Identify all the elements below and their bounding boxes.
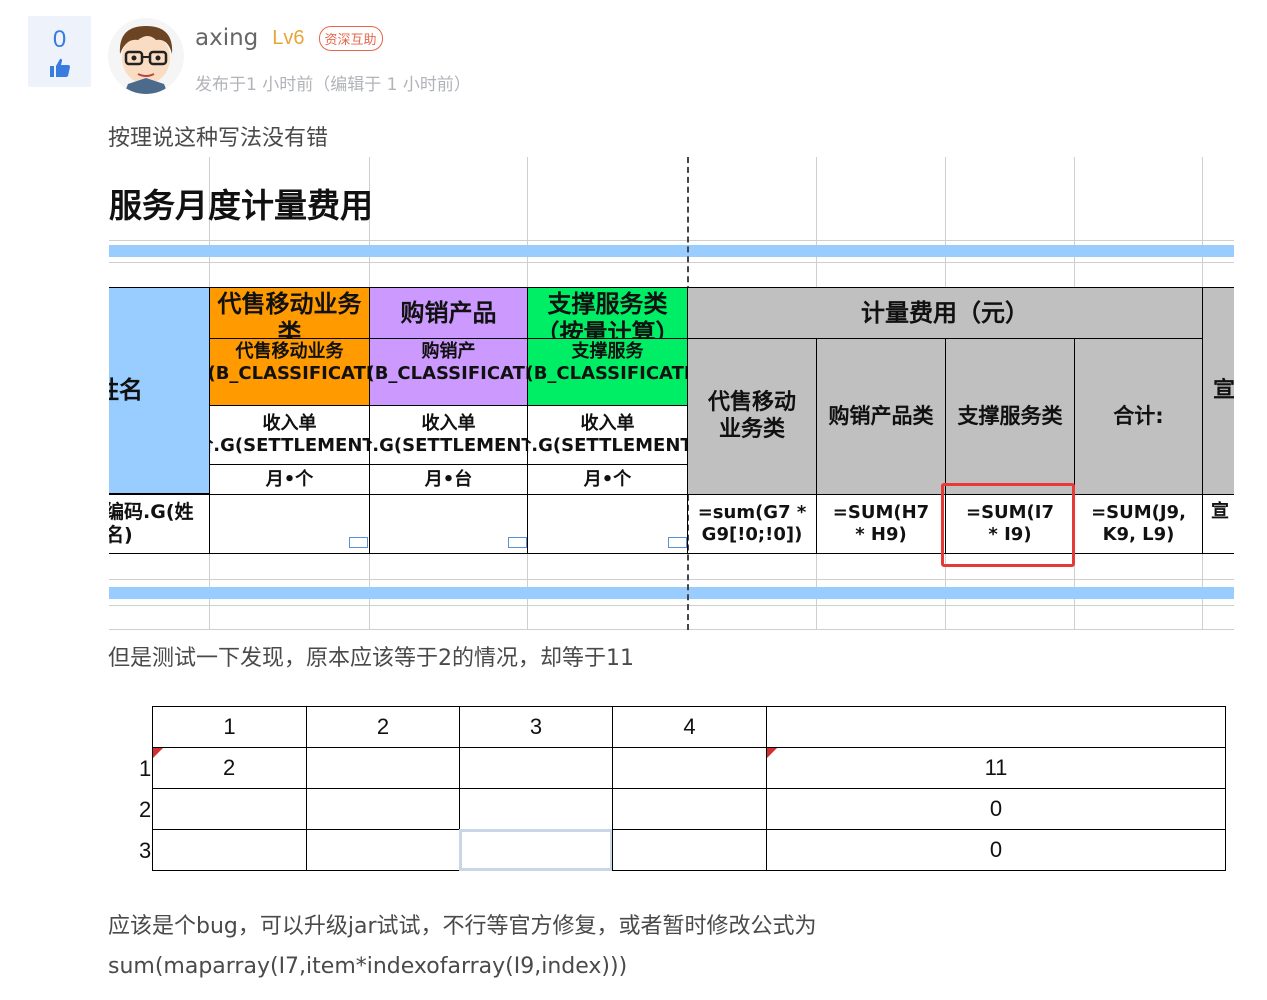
col-header: 2 <box>306 706 460 748</box>
mapping-support[interactable]: 支撑服务类.G(B_CLASSIFICATION) <box>527 338 688 406</box>
avatar[interactable] <box>108 18 184 94</box>
empty-cell[interactable] <box>152 788 307 830</box>
header-mobile[interactable]: 代售移动业务类 <box>209 287 370 339</box>
vote-count: 0 <box>52 26 67 53</box>
fee-support[interactable]: 支撑服务类 <box>945 338 1075 495</box>
result-total-cell[interactable]: 0 <box>766 829 1226 871</box>
post-meta: 发布于1 小时前（编辑于 1 小时前） <box>195 75 471 95</box>
empty-cell[interactable] <box>459 747 613 789</box>
formula-h[interactable]: =SUM(H7 * H9) <box>816 494 946 554</box>
author-level: Lv6 <box>272 26 305 49</box>
selected-cell[interactable] <box>459 829 613 871</box>
thumbs-up-icon[interactable] <box>49 58 71 78</box>
vote-box[interactable]: 0 <box>28 16 91 87</box>
fee-total[interactable]: 合计: <box>1074 338 1203 495</box>
cell-marker-icon <box>668 537 687 548</box>
row-name-cell[interactable]: 编码.G(姓名) <box>109 494 210 554</box>
empty-cell[interactable] <box>306 788 460 830</box>
sheet-title: 服务月度计量费用 <box>109 186 373 225</box>
formula-g[interactable]: =sum(G7 * G9[!0;!0]) <box>687 494 817 554</box>
blue-band-top <box>109 245 1234 257</box>
fee-header[interactable]: 计量费用（元） <box>687 287 1203 339</box>
unit-support[interactable]: 月•个 <box>527 464 688 495</box>
comment-flag-icon <box>767 748 777 758</box>
row-mobile-cell[interactable] <box>209 494 370 554</box>
row-label: 3 <box>139 838 152 863</box>
post-text-4: sum(maparray(I7,item*indexofarray(I9,ind… <box>108 954 628 979</box>
cell-marker-icon <box>349 537 368 548</box>
extra-cell[interactable]: 宣 <box>1202 494 1234 554</box>
blue-band-bottom <box>109 587 1234 599</box>
post-text-2: 但是测试一下发现，原本应该等于2的情况，却等于11 <box>108 646 634 671</box>
empty-cell[interactable] <box>459 788 613 830</box>
empty-cell[interactable] <box>152 829 307 871</box>
result-cell-1[interactable]: 2 <box>152 747 307 789</box>
price-mobile[interactable]: 收入单价.G(SETTLEMENT_ <box>209 405 370 465</box>
post-text-1: 按理说这种写法没有错 <box>108 126 329 151</box>
extra-header[interactable]: 宣 <box>1202 287 1234 495</box>
row-label: 1 <box>139 756 152 781</box>
cell-marker-icon <box>508 537 527 548</box>
row-sales-cell[interactable] <box>369 494 528 554</box>
price-sales[interactable]: 收入单价.G(SETTLEMENT_ <box>369 405 528 465</box>
formula-total[interactable]: =SUM(J9, K9, L9) <box>1074 494 1203 554</box>
mapping-sales[interactable]: 购销产品.G(B_CLASSIFICATION) <box>369 338 528 406</box>
spreadsheet-screenshot-2: 1 2 3 4 1 2 11 2 0 3 0 <box>109 686 1234 874</box>
unit-mobile[interactable]: 月•个 <box>209 464 370 495</box>
empty-cell[interactable] <box>306 829 460 871</box>
empty-cell[interactable] <box>612 829 767 871</box>
highlight-box <box>941 483 1075 567</box>
price-support[interactable]: 收入单价.G(SETTLEMENT_ <box>527 405 688 465</box>
unit-sales[interactable]: 月•台 <box>369 464 528 495</box>
header-sales[interactable]: 购销产品 <box>369 287 528 339</box>
empty-cell[interactable] <box>306 747 460 789</box>
mapping-mobile[interactable]: 代售移动业务类.G(B_CLASSIFICATION) <box>209 338 370 406</box>
fee-sales[interactable]: 购销产品类 <box>816 338 946 495</box>
post-text-3: 应该是个bug，可以升级jar试试，不行等官方修复，或者暂时修改公式为 <box>108 914 817 939</box>
col-header-blank <box>766 706 1226 748</box>
avatar-cartoon-icon <box>108 18 184 94</box>
row-support-cell[interactable] <box>527 494 688 554</box>
empty-cell[interactable] <box>612 747 767 789</box>
row-label: 2 <box>139 797 152 822</box>
col-header: 3 <box>459 706 613 748</box>
spreadsheet-screenshot-1: 服务月度计量费用 姓名 代售移动业务类 代售移动业务类.G(B_CLASSIFI… <box>109 157 1234 630</box>
author-name[interactable]: axing <box>195 25 258 51</box>
header-support[interactable]: 支撑服务类（按量计算） <box>527 287 688 339</box>
col-header: 1 <box>152 706 307 748</box>
col-header: 4 <box>612 706 767 748</box>
empty-cell[interactable] <box>612 788 767 830</box>
author-line: axing Lv6 资深互助 <box>195 25 383 51</box>
name-header[interactable]: 姓名 <box>109 287 210 494</box>
author-badge: 资深互助 <box>318 25 383 51</box>
fee-mobile[interactable]: 代售移动业务类 <box>687 338 817 495</box>
comment-flag-icon <box>153 748 163 758</box>
result-total-cell[interactable]: 0 <box>766 788 1226 830</box>
result-total-cell[interactable]: 11 <box>766 747 1226 789</box>
